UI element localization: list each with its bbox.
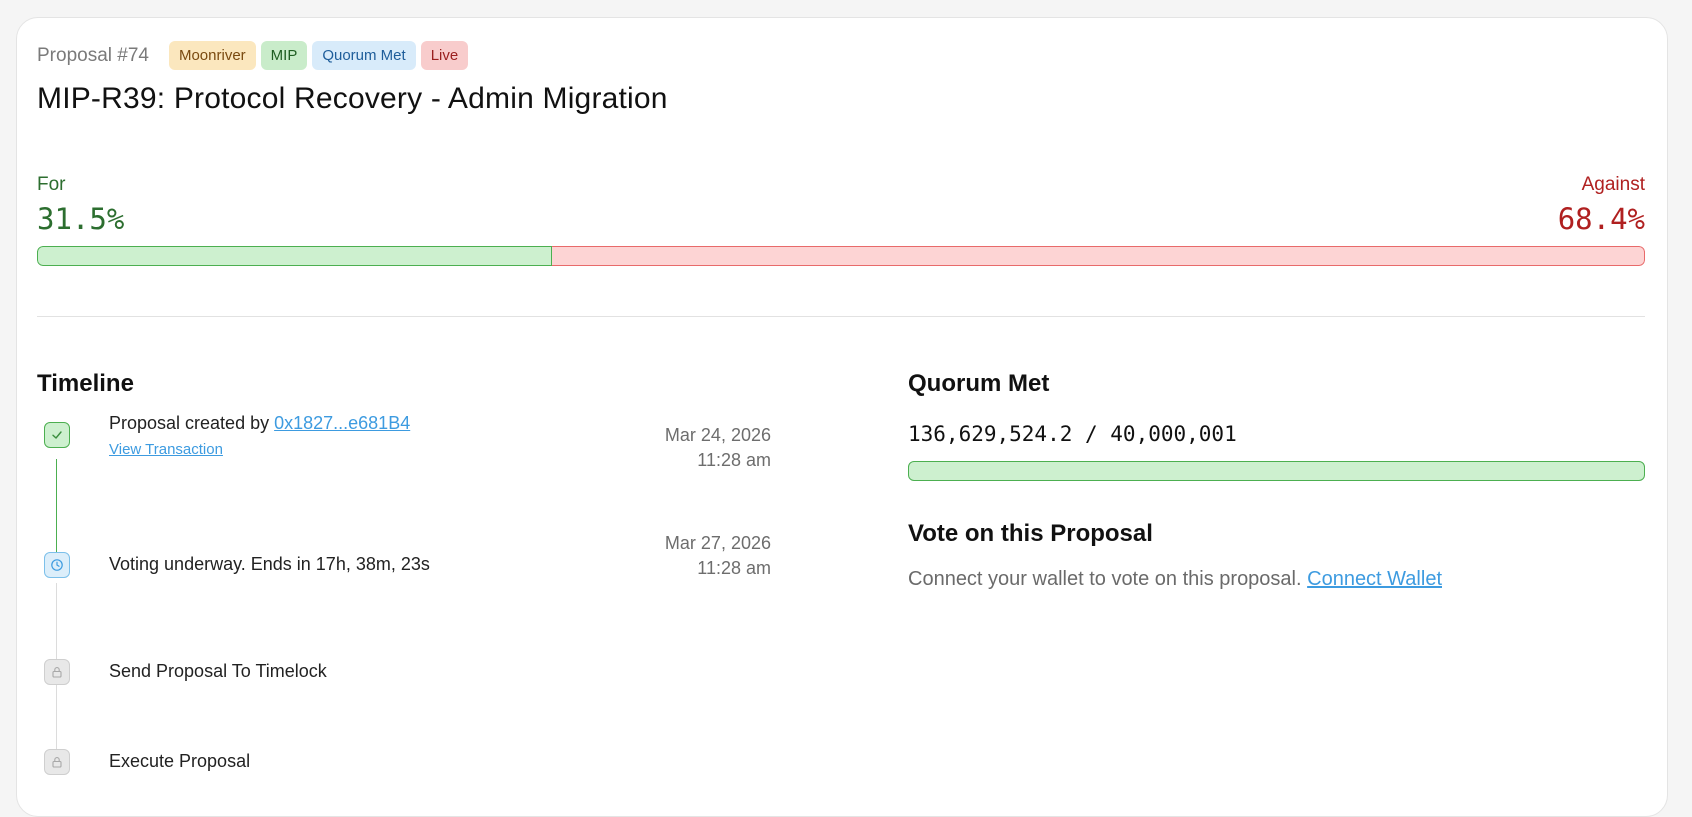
check-icon: [44, 422, 70, 448]
proposal-number: Proposal #74: [37, 44, 149, 66]
date-text: Mar 27, 2026: [664, 533, 771, 553]
timeline-item-created: Proposal created by 0x1827...e681B4: [109, 413, 410, 434]
timeline-item-timelock: Send Proposal To Timelock: [109, 661, 327, 681]
against-label: Against: [1581, 174, 1645, 195]
type-badge: MIP: [260, 41, 308, 70]
proposal-card: Proposal #74 Moonriver MIP Quorum Met Li…: [16, 17, 1668, 817]
against-percent: 68.4%: [1557, 202, 1645, 236]
network-badge: Moonriver: [168, 41, 256, 70]
lock-icon: [44, 749, 70, 775]
lock-icon: [44, 659, 70, 685]
section-divider: [37, 316, 1645, 317]
for-label: For: [37, 174, 66, 195]
clock-icon: [44, 552, 70, 578]
timeline-item-text: Proposal created by: [109, 413, 275, 433]
vote-connect-message: Connect your wallet to vote on this prop…: [908, 568, 1442, 591]
connect-wallet-link[interactable]: Connect Wallet: [1307, 568, 1442, 590]
vote-against-fill: [551, 246, 1645, 266]
quorum-value: 136,629,524.2 / 40,000,001: [908, 422, 1237, 446]
time-text: 11:28 am: [697, 558, 771, 578]
for-percent: 31.5%: [37, 202, 125, 236]
date-text: Mar 24, 2026: [664, 425, 771, 445]
quorum-badge: Quorum Met: [312, 41, 416, 70]
vote-heading: Vote on this Proposal: [908, 520, 1153, 547]
timeline-item-execute: Execute Proposal: [109, 751, 251, 771]
vote-progress-bar: [37, 246, 1645, 266]
quorum-progress-bar: [908, 461, 1645, 481]
proposal-header: Proposal #74 Moonriver MIP Quorum Met Li…: [37, 41, 473, 70]
timeline-date: Mar 27, 2026 11:28 am: [665, 531, 771, 581]
timeline-item-voting: Voting underway. Ends in 17h, 38m, 23s: [109, 554, 430, 574]
quorum-heading: Quorum Met: [908, 370, 1050, 397]
status-badge: Live: [420, 41, 469, 70]
time-text: 11:28 am: [697, 450, 771, 470]
creator-address-link[interactable]: 0x1827...e681B4: [274, 413, 410, 433]
proposal-title: MIP-R39: Protocol Recovery - Admin Migra…: [37, 82, 668, 115]
vote-message-text: Connect your wallet to vote on this prop…: [908, 568, 1308, 590]
timeline-heading: Timeline: [37, 370, 134, 397]
timeline-connector-done: [56, 459, 57, 555]
vote-for-fill: [37, 246, 552, 266]
timeline-date: Mar 24, 2026 11:28 am: [665, 423, 771, 473]
view-transaction-link[interactable]: View Transaction: [109, 441, 223, 458]
